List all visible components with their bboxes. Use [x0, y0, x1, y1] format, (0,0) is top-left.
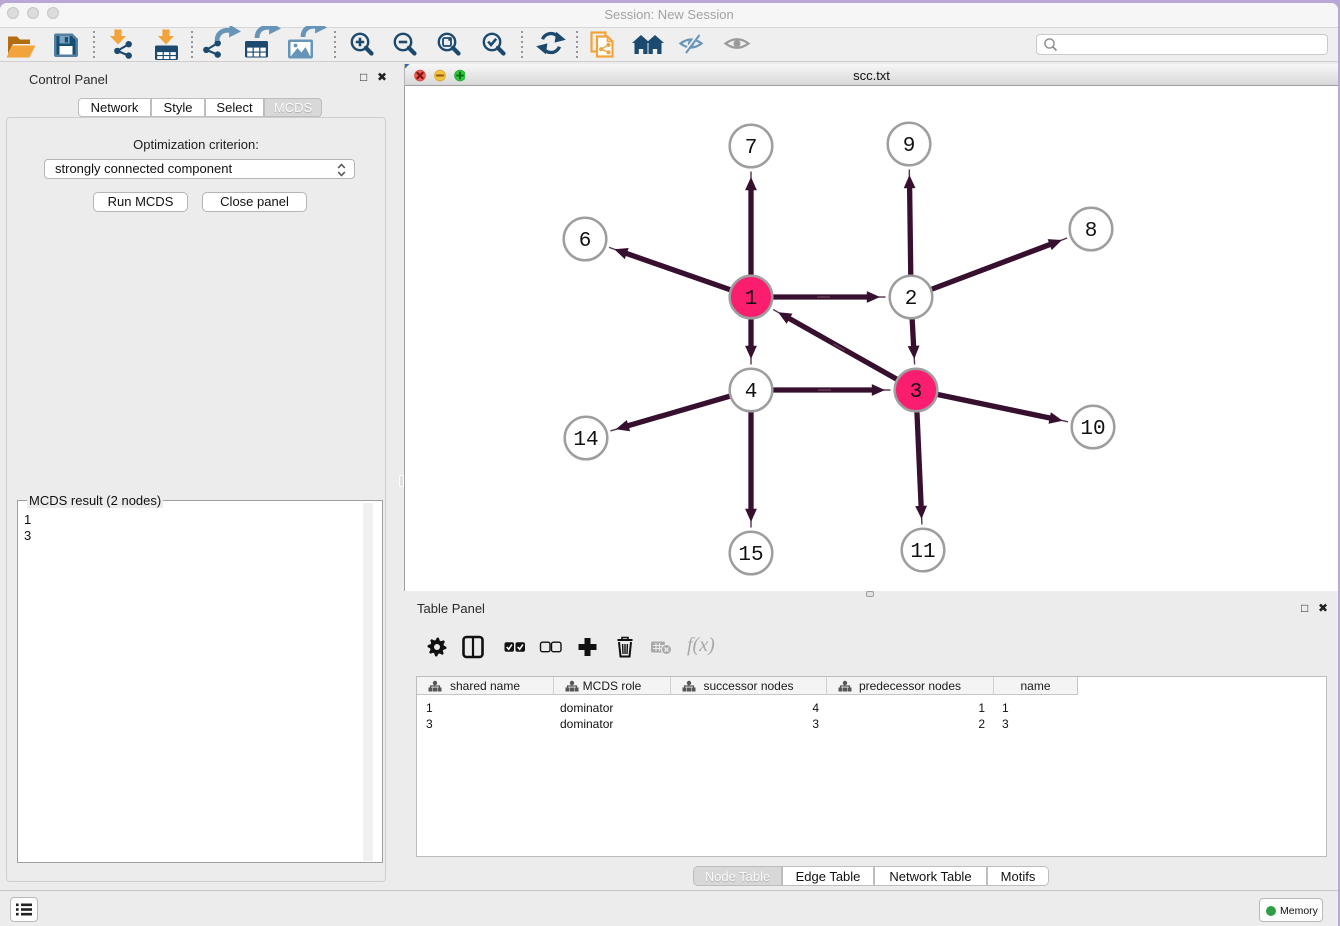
svg-text:7: 7	[745, 137, 758, 160]
svg-text:8: 8	[1085, 220, 1098, 243]
svg-text:15: 15	[738, 544, 763, 567]
svg-text:11: 11	[910, 541, 935, 564]
svg-text:1: 1	[745, 288, 758, 311]
svg-text:3: 3	[910, 381, 923, 404]
svg-text:2: 2	[905, 288, 918, 311]
svg-text:10: 10	[1080, 418, 1105, 441]
svg-text:4: 4	[745, 381, 758, 404]
svg-text:6: 6	[579, 230, 592, 253]
svg-text:14: 14	[573, 429, 598, 452]
svg-text:9: 9	[903, 135, 916, 158]
